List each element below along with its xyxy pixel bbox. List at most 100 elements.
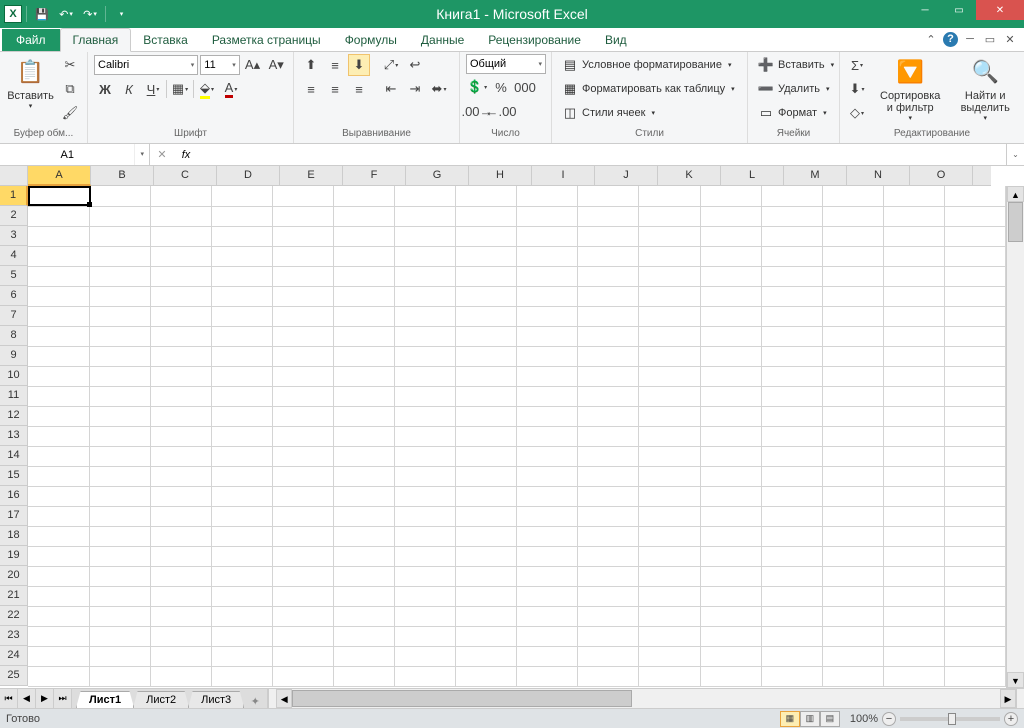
row-header-1[interactable]: 1 xyxy=(0,186,28,206)
vscroll-thumb[interactable] xyxy=(1008,202,1023,242)
window-minimize-icon[interactable]: ─ xyxy=(962,31,978,47)
col-header-i[interactable]: I xyxy=(532,166,595,186)
row-header-18[interactable]: 18 xyxy=(0,526,28,546)
wrap-text-button[interactable]: ↩ xyxy=(404,54,426,76)
view-tab[interactable]: Вид xyxy=(593,29,639,51)
col-header-m[interactable]: M xyxy=(784,166,847,186)
row-header-15[interactable]: 15 xyxy=(0,466,28,486)
zoom-slider[interactable] xyxy=(900,717,1000,721)
row-header-22[interactable]: 22 xyxy=(0,606,28,626)
new-sheet-button[interactable]: ✦ xyxy=(243,695,267,708)
col-header-k[interactable]: K xyxy=(658,166,721,186)
shrink-font-button[interactable]: A▾ xyxy=(265,54,287,76)
comma-format-button[interactable]: 000 xyxy=(514,76,536,98)
cells-area[interactable] xyxy=(28,186,1006,688)
hscroll-thumb[interactable] xyxy=(292,690,632,707)
row-header-13[interactable]: 13 xyxy=(0,426,28,446)
col-header-n[interactable]: N xyxy=(847,166,910,186)
sort-filter-button[interactable]: 🔽 Сортировка и фильтр▾ xyxy=(872,54,948,124)
help-button[interactable]: ? xyxy=(943,32,958,47)
sheet-tab-3[interactable]: Лист3 xyxy=(188,691,244,708)
sheet-tab-1[interactable]: Лист1 xyxy=(76,691,134,708)
cut-button[interactable]: ✂ xyxy=(59,54,81,76)
row-header-25[interactable]: 25 xyxy=(0,666,28,686)
sheet-tab-2[interactable]: Лист2 xyxy=(133,691,189,708)
sheet-nav-last[interactable]: ⏭ xyxy=(54,689,72,708)
decrease-indent-button[interactable]: ⇤ xyxy=(380,78,402,100)
insert-cells-button[interactable]: ➕Вставить▾ xyxy=(754,54,833,76)
scroll-down-button[interactable]: ▼ xyxy=(1007,672,1024,688)
find-select-button[interactable]: 🔍 Найти и выделить▾ xyxy=(952,54,1018,124)
row-header-12[interactable]: 12 xyxy=(0,406,28,426)
formulas-tab[interactable]: Формулы xyxy=(333,29,409,51)
col-header-g[interactable]: G xyxy=(406,166,469,186)
conditional-formatting-button[interactable]: ▤Условное форматирование▾ xyxy=(558,54,741,76)
col-header-f[interactable]: F xyxy=(343,166,406,186)
minimize-ribbon-button[interactable]: ⌃ xyxy=(923,31,939,47)
row-header-14[interactable]: 14 xyxy=(0,446,28,466)
col-header-c[interactable]: C xyxy=(154,166,217,186)
orientation-button[interactable]: ⤢▾ xyxy=(380,54,402,76)
excel-icon[interactable]: X xyxy=(4,5,22,23)
col-header-d[interactable]: D xyxy=(217,166,280,186)
insert-function-button[interactable]: fx xyxy=(174,149,198,161)
underline-button[interactable]: Ч▾ xyxy=(142,78,164,100)
save-button[interactable]: 💾 xyxy=(31,3,53,25)
review-tab[interactable]: Рецензирование xyxy=(476,29,593,51)
normal-view-button[interactable]: ▦ xyxy=(780,711,800,727)
insert-tab[interactable]: Вставка xyxy=(131,29,200,51)
page-layout-view-button[interactable]: ▥ xyxy=(800,711,820,727)
align-top-button[interactable]: ⬆ xyxy=(300,54,322,76)
scroll-up-button[interactable]: ▲ xyxy=(1007,186,1024,202)
window-restore-icon[interactable]: ▭ xyxy=(982,31,998,47)
row-header-7[interactable]: 7 xyxy=(0,306,28,326)
align-bottom-button[interactable]: ⬇ xyxy=(348,54,370,76)
row-header-20[interactable]: 20 xyxy=(0,566,28,586)
sheet-nav-prev[interactable]: ◀ xyxy=(18,689,36,708)
expand-formula-bar-button[interactable]: ⌄ xyxy=(1006,144,1024,165)
zoom-out-button[interactable]: − xyxy=(882,712,896,726)
grow-font-button[interactable]: A▴ xyxy=(242,54,264,76)
zoom-slider-handle[interactable] xyxy=(948,713,956,725)
clear-button[interactable]: ◇▾ xyxy=(846,102,868,124)
col-header-h[interactable]: H xyxy=(469,166,532,186)
sheet-nav-first[interactable]: ⏮ xyxy=(0,689,18,708)
row-header-6[interactable]: 6 xyxy=(0,286,28,306)
font-color-button[interactable]: A▾ xyxy=(220,78,242,100)
merge-button[interactable]: ⬌▾ xyxy=(428,78,450,100)
row-header-23[interactable]: 23 xyxy=(0,626,28,646)
scroll-left-button[interactable]: ◀ xyxy=(276,689,292,708)
accounting-format-button[interactable]: 💲▾ xyxy=(466,76,488,98)
font-name-combo[interactable]: Calibri▾ xyxy=(94,55,198,75)
formula-input[interactable] xyxy=(198,149,1006,161)
horizontal-scrollbar[interactable]: ◀ ▶ xyxy=(267,689,1024,708)
row-header-8[interactable]: 8 xyxy=(0,326,28,346)
row-header-19[interactable]: 19 xyxy=(0,546,28,566)
row-header-17[interactable]: 17 xyxy=(0,506,28,526)
delete-cells-button[interactable]: ➖Удалить▾ xyxy=(754,78,833,100)
fill-color-button[interactable]: ⬙▾ xyxy=(196,78,218,100)
select-all-corner[interactable] xyxy=(0,166,28,186)
col-header-e[interactable]: E xyxy=(280,166,343,186)
home-tab[interactable]: Главная xyxy=(60,28,132,52)
window-close-icon[interactable]: ✕ xyxy=(1002,31,1018,47)
cancel-formula-button[interactable]: ✕ xyxy=(150,148,174,161)
format-cells-button[interactable]: ▭Формат▾ xyxy=(754,102,833,124)
file-tab[interactable]: Файл xyxy=(2,29,60,51)
decrease-decimal-button[interactable]: ←.00 xyxy=(490,100,512,122)
align-center-button[interactable]: ≡ xyxy=(324,78,346,100)
page-break-view-button[interactable]: ▤ xyxy=(820,711,840,727)
format-as-table-button[interactable]: ▦Форматировать как таблицу▾ xyxy=(558,78,741,100)
redo-button[interactable]: ↷▾ xyxy=(79,3,101,25)
zoom-level[interactable]: 100% xyxy=(850,713,878,725)
bold-button[interactable]: Ж xyxy=(94,78,116,100)
col-header-o[interactable]: O xyxy=(910,166,973,186)
row-header-21[interactable]: 21 xyxy=(0,586,28,606)
qat-customize-button[interactable]: ▾ xyxy=(110,3,132,25)
paste-button[interactable]: 📋 Вставить ▾ xyxy=(6,54,55,112)
row-header-16[interactable]: 16 xyxy=(0,486,28,506)
maximize-button[interactable]: ▭ xyxy=(942,0,976,20)
zoom-in-button[interactable]: + xyxy=(1004,712,1018,726)
row-header-4[interactable]: 4 xyxy=(0,246,28,266)
tab-split-handle[interactable] xyxy=(268,689,276,708)
